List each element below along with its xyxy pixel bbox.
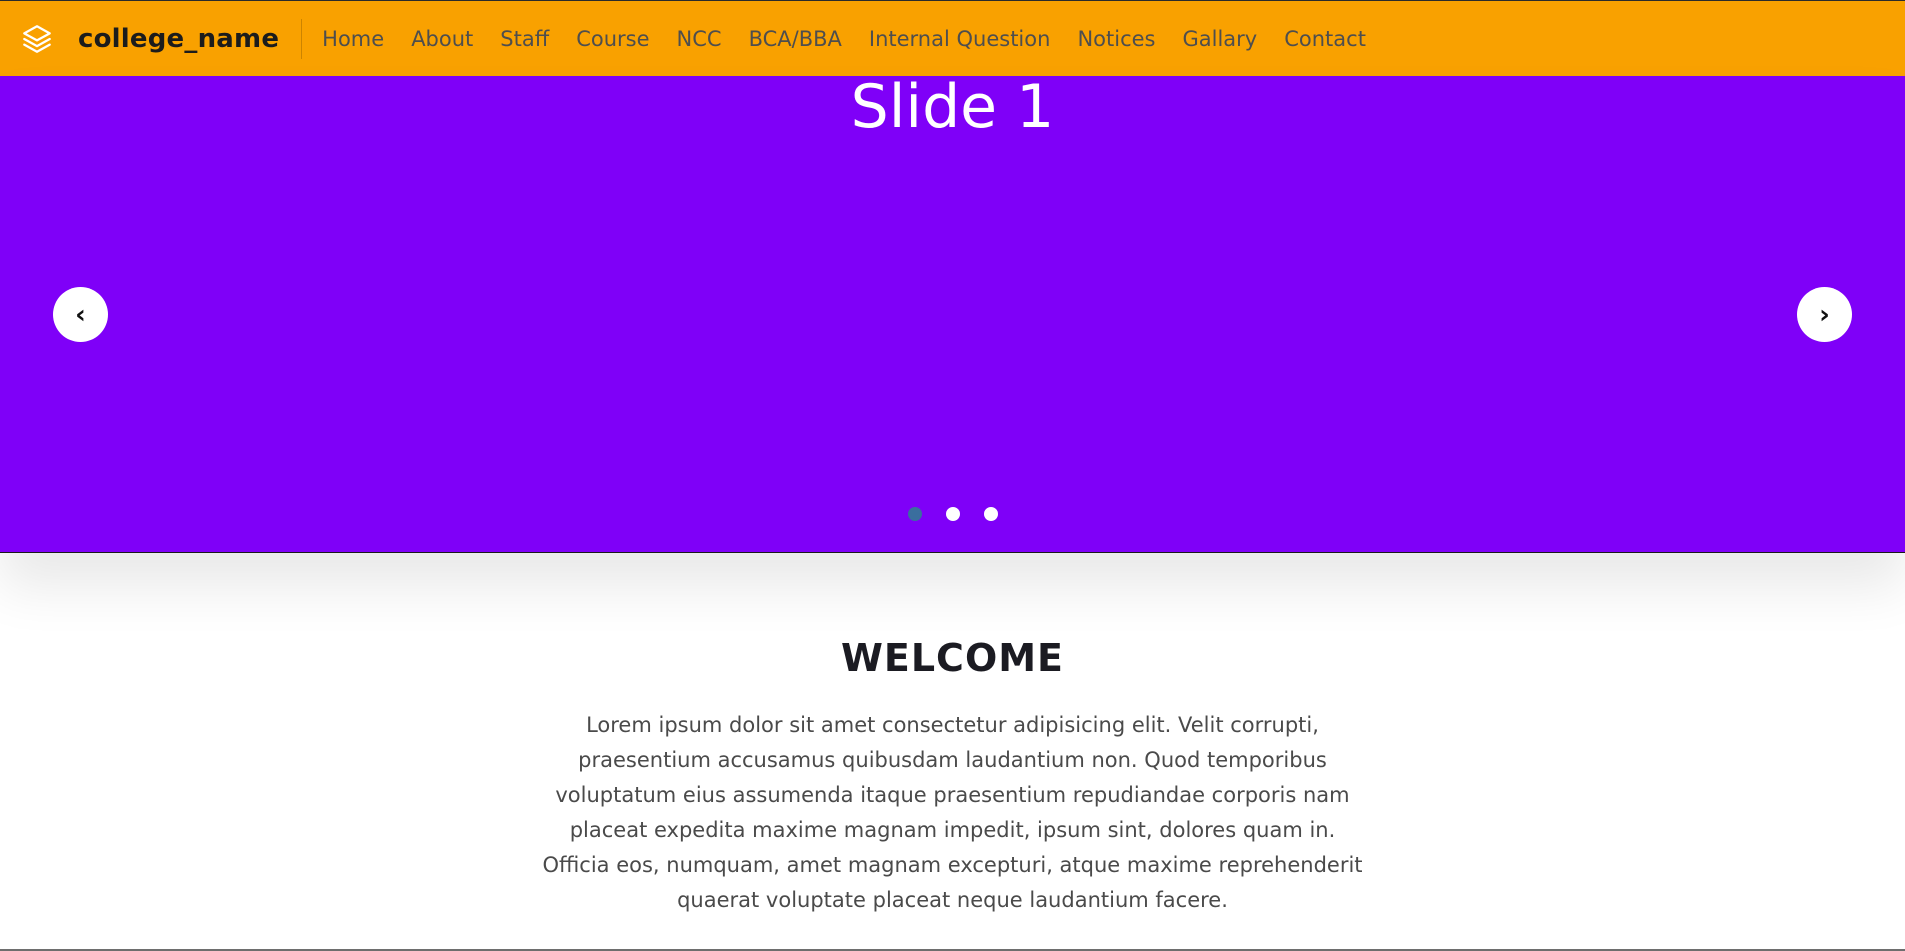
nav-link-ncc[interactable]: NCC bbox=[677, 27, 722, 51]
slide-title: Slide 1 bbox=[850, 76, 1055, 142]
nav-links: Home About Staff Course NCC BCA/BBA Inte… bbox=[322, 1, 1366, 76]
chevron-left-icon: ‹ bbox=[75, 299, 86, 330]
nav-link-staff[interactable]: Staff bbox=[500, 27, 549, 51]
carousel-indicators bbox=[0, 507, 1905, 521]
nav-link-about[interactable]: About bbox=[411, 27, 473, 51]
welcome-title: WELCOME bbox=[840, 636, 1065, 680]
carousel-indicator-2[interactable] bbox=[945, 507, 960, 521]
nav-link-gallary[interactable]: Gallary bbox=[1182, 27, 1257, 51]
carousel-next-button[interactable]: › bbox=[1797, 287, 1852, 342]
brand-name: college_name bbox=[78, 23, 280, 54]
carousel-indicator-3[interactable] bbox=[983, 507, 998, 521]
welcome-section: WELCOME Lorem ipsum dolor sit amet conse… bbox=[0, 553, 1905, 949]
nav-link-bca-bba[interactable]: BCA/BBA bbox=[749, 27, 842, 51]
nav-divider bbox=[301, 18, 303, 59]
brand[interactable]: college_name bbox=[0, 1, 279, 76]
navbar: college_name Home About Staff Course NCC… bbox=[0, 0, 1905, 76]
chevron-right-icon: › bbox=[1819, 299, 1830, 330]
nav-link-internal-question[interactable]: Internal Question bbox=[869, 27, 1051, 51]
nav-link-notices[interactable]: Notices bbox=[1077, 27, 1155, 51]
hero-carousel: Slide 1 ‹ › bbox=[0, 76, 1905, 553]
nav-link-home[interactable]: Home bbox=[322, 27, 384, 51]
welcome-text: Lorem ipsum dolor sit amet consectetur a… bbox=[542, 713, 1363, 912]
nav-link-contact[interactable]: Contact bbox=[1284, 27, 1366, 51]
carousel-indicator-1[interactable] bbox=[907, 507, 922, 521]
layers-icon bbox=[20, 22, 54, 56]
nav-link-course[interactable]: Course bbox=[576, 27, 649, 51]
carousel-prev-button[interactable]: ‹ bbox=[53, 287, 108, 342]
